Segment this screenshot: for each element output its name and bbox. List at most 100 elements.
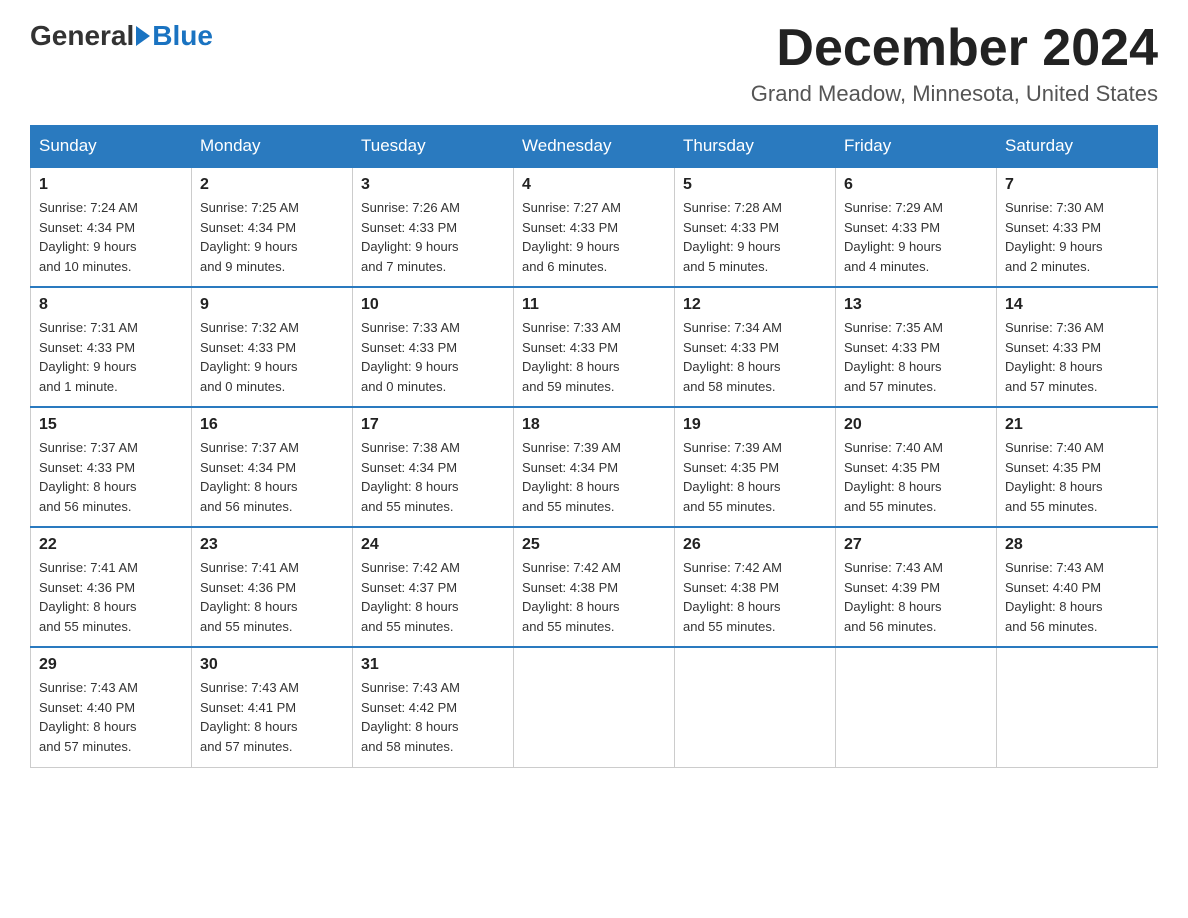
day-info: Sunrise: 7:43 AM Sunset: 4:39 PM Dayligh… <box>844 558 988 636</box>
day-info: Sunrise: 7:35 AM Sunset: 4:33 PM Dayligh… <box>844 318 988 396</box>
day-info: Sunrise: 7:37 AM Sunset: 4:34 PM Dayligh… <box>200 438 344 516</box>
day-number: 31 <box>361 656 505 674</box>
day-number: 10 <box>361 296 505 314</box>
day-number: 17 <box>361 416 505 434</box>
day-info: Sunrise: 7:43 AM Sunset: 4:42 PM Dayligh… <box>361 678 505 756</box>
calendar-day-14: 14 Sunrise: 7:36 AM Sunset: 4:33 PM Dayl… <box>997 287 1158 407</box>
calendar-day-11: 11 Sunrise: 7:33 AM Sunset: 4:33 PM Dayl… <box>514 287 675 407</box>
day-info: Sunrise: 7:29 AM Sunset: 4:33 PM Dayligh… <box>844 198 988 276</box>
day-number: 6 <box>844 176 988 194</box>
header-wednesday: Wednesday <box>514 126 675 168</box>
calendar-day-28: 28 Sunrise: 7:43 AM Sunset: 4:40 PM Dayl… <box>997 527 1158 647</box>
calendar-day-25: 25 Sunrise: 7:42 AM Sunset: 4:38 PM Dayl… <box>514 527 675 647</box>
day-info: Sunrise: 7:40 AM Sunset: 4:35 PM Dayligh… <box>1005 438 1149 516</box>
calendar-day-9: 9 Sunrise: 7:32 AM Sunset: 4:33 PM Dayli… <box>192 287 353 407</box>
day-number: 27 <box>844 536 988 554</box>
calendar-empty-w4-d3 <box>514 647 675 767</box>
day-number: 8 <box>39 296 183 314</box>
day-number: 25 <box>522 536 666 554</box>
day-number: 23 <box>200 536 344 554</box>
day-number: 29 <box>39 656 183 674</box>
day-number: 18 <box>522 416 666 434</box>
calendar-week-4: 22 Sunrise: 7:41 AM Sunset: 4:36 PM Dayl… <box>31 527 1158 647</box>
day-info: Sunrise: 7:37 AM Sunset: 4:33 PM Dayligh… <box>39 438 183 516</box>
calendar-day-7: 7 Sunrise: 7:30 AM Sunset: 4:33 PM Dayli… <box>997 167 1158 287</box>
day-info: Sunrise: 7:38 AM Sunset: 4:34 PM Dayligh… <box>361 438 505 516</box>
day-info: Sunrise: 7:34 AM Sunset: 4:33 PM Dayligh… <box>683 318 827 396</box>
header-friday: Friday <box>836 126 997 168</box>
logo-general-text: General <box>30 20 134 52</box>
calendar-week-2: 8 Sunrise: 7:31 AM Sunset: 4:33 PM Dayli… <box>31 287 1158 407</box>
calendar-week-3: 15 Sunrise: 7:37 AM Sunset: 4:33 PM Dayl… <box>31 407 1158 527</box>
day-number: 11 <box>522 296 666 314</box>
calendar-table: Sunday Monday Tuesday Wednesday Thursday… <box>30 125 1158 768</box>
day-info: Sunrise: 7:26 AM Sunset: 4:33 PM Dayligh… <box>361 198 505 276</box>
day-info: Sunrise: 7:30 AM Sunset: 4:33 PM Dayligh… <box>1005 198 1149 276</box>
day-number: 21 <box>1005 416 1149 434</box>
day-number: 14 <box>1005 296 1149 314</box>
logo: General Blue <box>30 20 213 52</box>
day-info: Sunrise: 7:32 AM Sunset: 4:33 PM Dayligh… <box>200 318 344 396</box>
calendar-day-23: 23 Sunrise: 7:41 AM Sunset: 4:36 PM Dayl… <box>192 527 353 647</box>
logo-arrow-icon <box>136 26 150 46</box>
calendar-day-5: 5 Sunrise: 7:28 AM Sunset: 4:33 PM Dayli… <box>675 167 836 287</box>
calendar-day-22: 22 Sunrise: 7:41 AM Sunset: 4:36 PM Dayl… <box>31 527 192 647</box>
calendar-day-27: 27 Sunrise: 7:43 AM Sunset: 4:39 PM Dayl… <box>836 527 997 647</box>
day-number: 9 <box>200 296 344 314</box>
day-info: Sunrise: 7:41 AM Sunset: 4:36 PM Dayligh… <box>200 558 344 636</box>
day-number: 24 <box>361 536 505 554</box>
day-info: Sunrise: 7:42 AM Sunset: 4:38 PM Dayligh… <box>522 558 666 636</box>
day-info: Sunrise: 7:42 AM Sunset: 4:38 PM Dayligh… <box>683 558 827 636</box>
day-number: 12 <box>683 296 827 314</box>
day-info: Sunrise: 7:31 AM Sunset: 4:33 PM Dayligh… <box>39 318 183 396</box>
header-saturday: Saturday <box>997 126 1158 168</box>
day-info: Sunrise: 7:40 AM Sunset: 4:35 PM Dayligh… <box>844 438 988 516</box>
calendar-empty-w4-d4 <box>675 647 836 767</box>
day-number: 13 <box>844 296 988 314</box>
calendar-week-1: 1 Sunrise: 7:24 AM Sunset: 4:34 PM Dayli… <box>31 167 1158 287</box>
day-number: 7 <box>1005 176 1149 194</box>
day-info: Sunrise: 7:36 AM Sunset: 4:33 PM Dayligh… <box>1005 318 1149 396</box>
calendar-day-15: 15 Sunrise: 7:37 AM Sunset: 4:33 PM Dayl… <box>31 407 192 527</box>
calendar-day-12: 12 Sunrise: 7:34 AM Sunset: 4:33 PM Dayl… <box>675 287 836 407</box>
day-info: Sunrise: 7:43 AM Sunset: 4:40 PM Dayligh… <box>39 678 183 756</box>
calendar-day-8: 8 Sunrise: 7:31 AM Sunset: 4:33 PM Dayli… <box>31 287 192 407</box>
day-number: 16 <box>200 416 344 434</box>
calendar-week-5: 29 Sunrise: 7:43 AM Sunset: 4:40 PM Dayl… <box>31 647 1158 767</box>
day-number: 3 <box>361 176 505 194</box>
day-number: 22 <box>39 536 183 554</box>
calendar-empty-w4-d5 <box>836 647 997 767</box>
day-number: 20 <box>844 416 988 434</box>
month-title: December 2024 <box>751 20 1158 77</box>
header-sunday: Sunday <box>31 126 192 168</box>
calendar-day-4: 4 Sunrise: 7:27 AM Sunset: 4:33 PM Dayli… <box>514 167 675 287</box>
calendar-day-21: 21 Sunrise: 7:40 AM Sunset: 4:35 PM Dayl… <box>997 407 1158 527</box>
day-number: 19 <box>683 416 827 434</box>
calendar-day-30: 30 Sunrise: 7:43 AM Sunset: 4:41 PM Dayl… <box>192 647 353 767</box>
day-number: 2 <box>200 176 344 194</box>
location-title: Grand Meadow, Minnesota, United States <box>751 81 1158 107</box>
day-info: Sunrise: 7:41 AM Sunset: 4:36 PM Dayligh… <box>39 558 183 636</box>
calendar-day-6: 6 Sunrise: 7:29 AM Sunset: 4:33 PM Dayli… <box>836 167 997 287</box>
calendar-day-31: 31 Sunrise: 7:43 AM Sunset: 4:42 PM Dayl… <box>353 647 514 767</box>
day-info: Sunrise: 7:24 AM Sunset: 4:34 PM Dayligh… <box>39 198 183 276</box>
day-info: Sunrise: 7:43 AM Sunset: 4:40 PM Dayligh… <box>1005 558 1149 636</box>
day-info: Sunrise: 7:33 AM Sunset: 4:33 PM Dayligh… <box>361 318 505 396</box>
day-info: Sunrise: 7:42 AM Sunset: 4:37 PM Dayligh… <box>361 558 505 636</box>
calendar-day-2: 2 Sunrise: 7:25 AM Sunset: 4:34 PM Dayli… <box>192 167 353 287</box>
calendar-day-3: 3 Sunrise: 7:26 AM Sunset: 4:33 PM Dayli… <box>353 167 514 287</box>
calendar-day-24: 24 Sunrise: 7:42 AM Sunset: 4:37 PM Dayl… <box>353 527 514 647</box>
calendar-day-17: 17 Sunrise: 7:38 AM Sunset: 4:34 PM Dayl… <box>353 407 514 527</box>
header-monday: Monday <box>192 126 353 168</box>
calendar-day-10: 10 Sunrise: 7:33 AM Sunset: 4:33 PM Dayl… <box>353 287 514 407</box>
calendar-day-26: 26 Sunrise: 7:42 AM Sunset: 4:38 PM Dayl… <box>675 527 836 647</box>
calendar-day-19: 19 Sunrise: 7:39 AM Sunset: 4:35 PM Dayl… <box>675 407 836 527</box>
calendar-day-16: 16 Sunrise: 7:37 AM Sunset: 4:34 PM Dayl… <box>192 407 353 527</box>
page-header: General Blue December 2024 Grand Meadow,… <box>30 20 1158 107</box>
calendar-header-row: Sunday Monday Tuesday Wednesday Thursday… <box>31 126 1158 168</box>
title-section: December 2024 Grand Meadow, Minnesota, U… <box>751 20 1158 107</box>
calendar-day-1: 1 Sunrise: 7:24 AM Sunset: 4:34 PM Dayli… <box>31 167 192 287</box>
day-info: Sunrise: 7:39 AM Sunset: 4:34 PM Dayligh… <box>522 438 666 516</box>
day-info: Sunrise: 7:43 AM Sunset: 4:41 PM Dayligh… <box>200 678 344 756</box>
day-number: 1 <box>39 176 183 194</box>
